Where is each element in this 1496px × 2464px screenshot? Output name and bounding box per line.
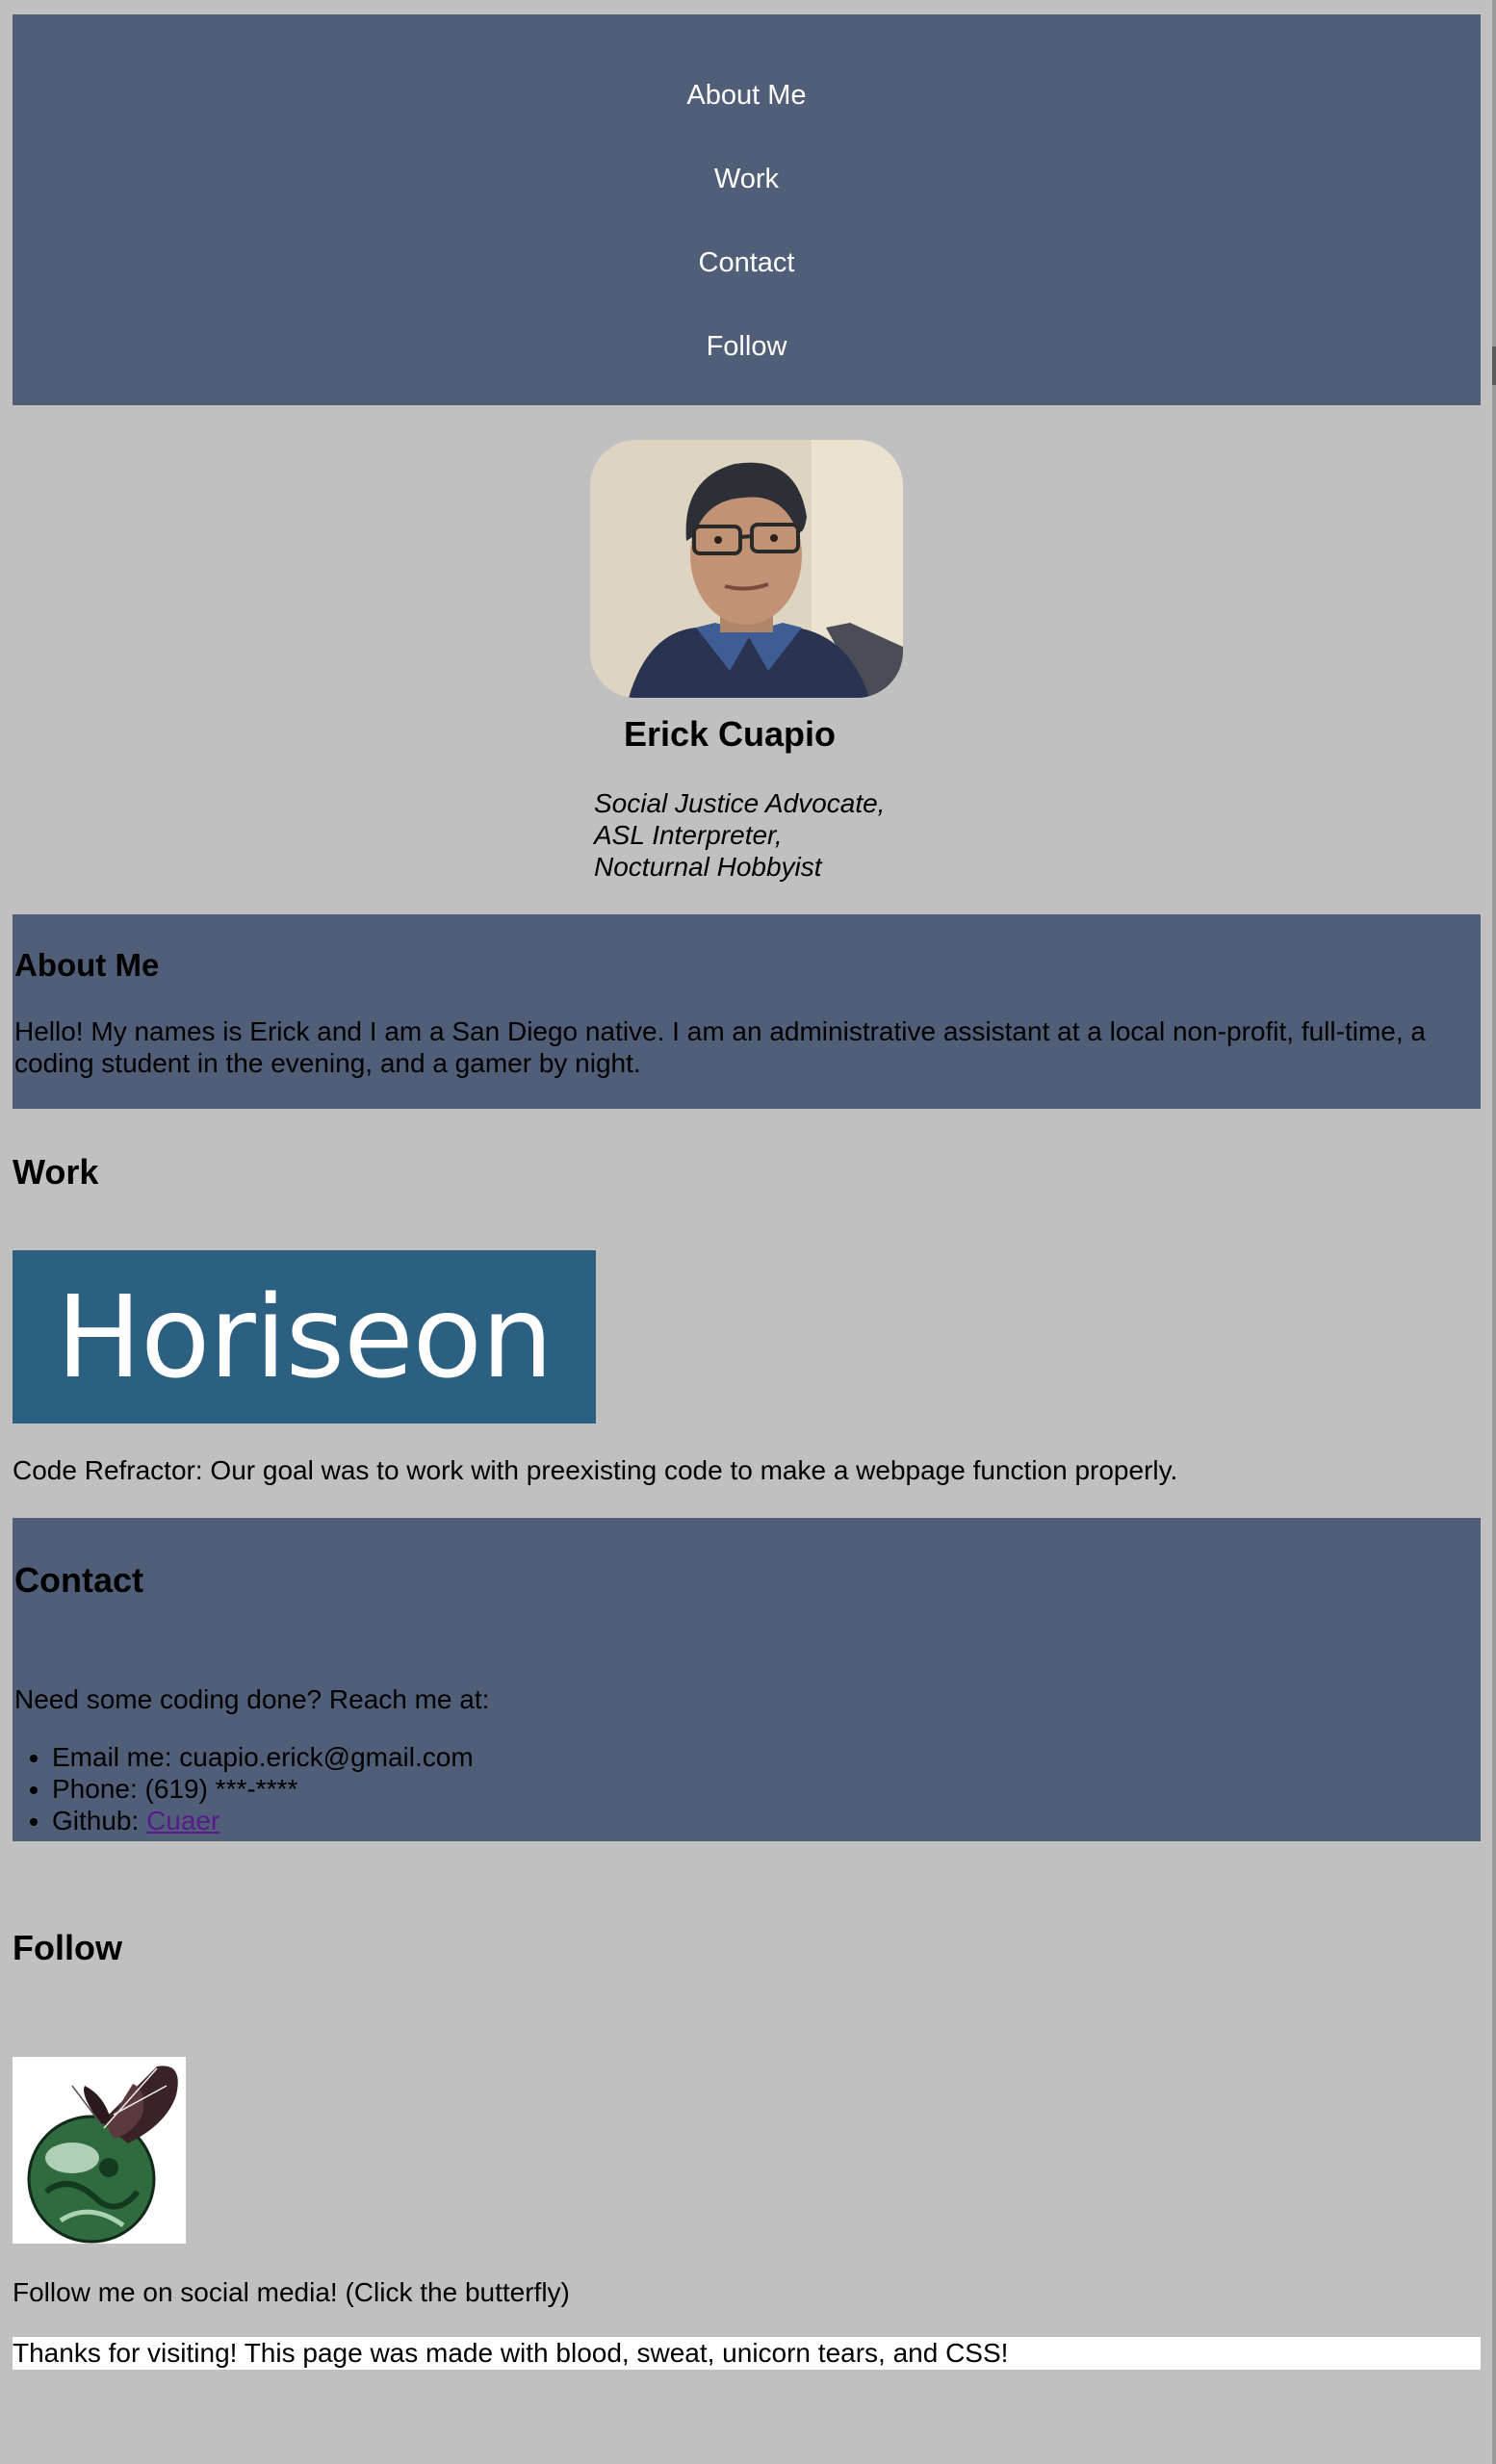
nav-link-work[interactable]: Work (13, 164, 1481, 195)
contact-phone: Phone: (619) ***-**** (52, 1773, 474, 1805)
work-title: Work (13, 1152, 99, 1192)
about-text: Hello! My names is Erick and I am a San … (14, 1016, 1426, 1078)
butterfly-globe-icon (13, 2057, 186, 2244)
butterfly-social-link[interactable] (13, 2057, 186, 2244)
profile-tagline: Social Justice Advocate, ASL Interpreter… (594, 787, 885, 883)
about-title: About Me (14, 947, 160, 983)
contact-email: Email me: cuapio.erick@gmail.com (52, 1741, 474, 1773)
tagline-line: Social Justice Advocate, (594, 788, 886, 818)
nav-link-follow[interactable]: Follow (13, 331, 1481, 363)
tagline-line: Nocturnal Hobbyist (594, 852, 822, 882)
footer: Thanks for visiting! This page was made … (13, 2337, 1481, 2370)
nav-bar: About Me Work Contact Follow (13, 14, 1481, 405)
person-portrait-icon (590, 440, 903, 698)
contact-github: Github: Cuaer (52, 1805, 474, 1836)
nav-link-contact[interactable]: Contact (13, 247, 1481, 279)
tagline-line: ASL Interpreter, (594, 820, 783, 850)
about-section: About Me Hello! My names is Erick and I … (13, 914, 1481, 1109)
scrollbar-thumb[interactable] (1492, 346, 1496, 385)
contact-intro: Need some coding done? Reach me at: (14, 1684, 490, 1714)
follow-description: Follow me on social media! (Click the bu… (13, 2277, 570, 2307)
work-description: Code Refractor: Our goal was to work wit… (13, 1455, 1178, 1485)
github-label: Github: (52, 1806, 147, 1835)
horiseon-logo-text: Horiseon (56, 1270, 553, 1403)
follow-title: Follow (13, 1928, 122, 1967)
nav-link-about[interactable]: About Me (13, 80, 1481, 112)
profile-photo (590, 440, 903, 698)
horiseon-project-logo[interactable]: Horiseon (13, 1250, 596, 1424)
contact-list: Email me: cuapio.erick@gmail.com Phone: … (14, 1741, 474, 1836)
contact-section: Contact Need some coding done? Reach me … (13, 1518, 1481, 1841)
contact-title: Contact (14, 1560, 143, 1600)
github-link[interactable]: Cuaer (146, 1806, 219, 1835)
profile-name: Erick Cuapio (623, 714, 837, 754)
